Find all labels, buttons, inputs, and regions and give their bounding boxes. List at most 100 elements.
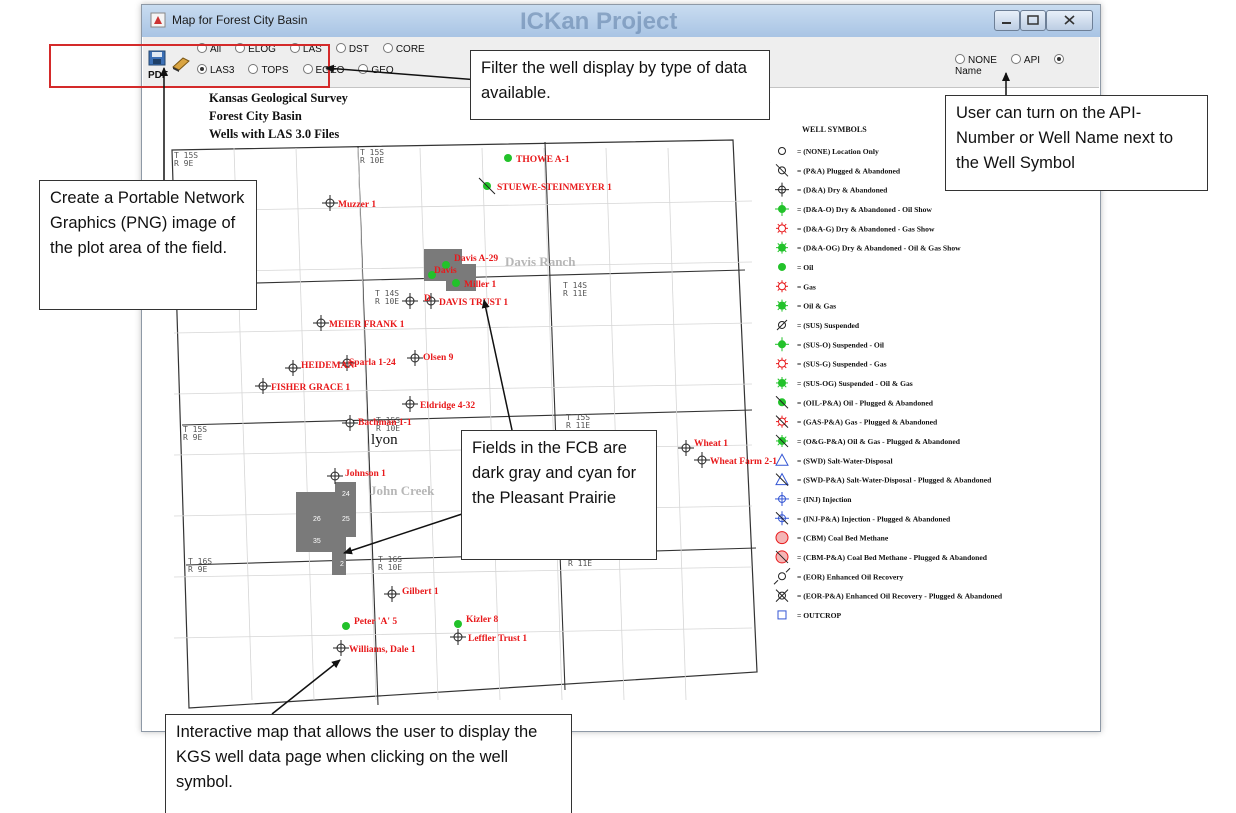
field-name-label: Davis Ranch (505, 254, 576, 269)
legend-item-label: = (SUS) Suspended (797, 321, 860, 330)
gas-icon (776, 280, 788, 293)
well-symbol[interactable]: Johnson 1 (327, 468, 386, 484)
outcrop-icon (777, 610, 787, 620)
legend-item-label: = Oil & Gas (797, 302, 836, 311)
well-symbol[interactable]: Wheat 1 (678, 439, 728, 456)
township-grid (171, 139, 758, 709)
legend-item: = (EOR) Enhanced Oil Recovery (773, 567, 904, 585)
well-symbol[interactable]: Leffler Trust 1 (450, 629, 527, 645)
well-name-label: STUEWE-STEINMEYER 1 (497, 183, 612, 193)
circle-icon (778, 147, 786, 155)
legend-item: = (OIL-P&A) Oil - Plugged & Abandoned (775, 395, 934, 409)
well-name-label: Sparla 1-24 (349, 358, 396, 368)
legend-item: = (CBM) Coal Bed Methane (775, 531, 889, 545)
section-number-label: 25 (342, 516, 350, 523)
oil-well-icon (454, 620, 462, 628)
oil-plugged-icon (775, 395, 789, 409)
section-number-label: 24 (342, 491, 350, 498)
legend-item-label: = (O&G-P&A) Oil & Gas - Plugged & Abando… (797, 437, 961, 446)
swd-plugged-icon (775, 472, 789, 486)
range-label: R 9E (174, 159, 193, 168)
oil-icon (778, 262, 786, 271)
legend-item-label: = (P&A) Plugged & Abandoned (797, 166, 901, 175)
legend-item-label: = (SUS-OG) Suspended - Oil & Gas (797, 379, 913, 388)
callout-api-name: User can turn on the API-Number or Well … (945, 95, 1208, 191)
legend-item: = (NONE) Location Only (778, 147, 879, 156)
legend-item-label: = (SWD) Salt-Water-Disposal (797, 456, 893, 465)
well-name-label: Williams, Dale 1 (349, 645, 416, 655)
legend-item: = (CBM-P&A) Coal Bed Methane - Plugged &… (775, 550, 988, 564)
legend-item: = (D&A-OG) Dry & Abandoned - Oil & Gas S… (776, 241, 961, 254)
well-symbol[interactable]: Peter 'A' 5 (342, 617, 397, 630)
well-name-label: Johnson 1 (345, 469, 386, 479)
legend-item: = (INJ) Injection (775, 491, 852, 506)
well-symbol[interactable]: Kizler 8 (454, 615, 499, 628)
well-symbol[interactable]: Gilbert 1 (384, 586, 439, 602)
well-name-label: D (424, 294, 431, 304)
well-symbol[interactable]: Wheat Farm 2-1 (694, 452, 777, 468)
well-symbol[interactable]: Eldridge 4-32 (402, 396, 475, 412)
fields-arrow-john (343, 513, 463, 555)
legend-item-label: = (GAS-P&A) Gas - Plugged & Abandoned (797, 418, 938, 427)
section-number-label: 26 (313, 516, 321, 523)
injection-icon (775, 491, 789, 506)
legend-item: = (SWD-P&A) Salt-Water-Disposal - Plugge… (775, 472, 992, 486)
gas-plugged-icon (775, 415, 789, 428)
legend-item-label: = (OIL-P&A) Oil - Plugged & Abandoned (797, 398, 934, 407)
suspended-oil-icon (775, 337, 789, 352)
legend-item-label: = (D&A-O) Dry & Abandoned - Oil Show (797, 205, 932, 214)
well-symbol[interactable]: Olsen 9 (407, 350, 454, 366)
legend-item: = OUTCROP (777, 610, 842, 620)
well-name-label: Miller 1 (464, 280, 497, 290)
well-symbol[interactable]: DAVIS TRUST 1 (423, 293, 508, 309)
legend-item-label: = (CBM-P&A) Coal Bed Methane - Plugged &… (797, 553, 988, 562)
well-name-label: Peter 'A' 5 (354, 617, 397, 627)
well-name-label: Leffler Trust 1 (468, 634, 527, 644)
plugged-circle-icon (775, 163, 789, 177)
well-symbol[interactable]: HEIDEMAN (285, 360, 354, 376)
well-symbol[interactable]: D (402, 293, 431, 309)
callout-interactive: Interactive map that allows the user to … (165, 714, 572, 813)
well-name-label: FISHER GRACE 1 (271, 383, 350, 393)
range-label: R 9E (188, 565, 207, 574)
legend-item-label: = (EOR) Enhanced Oil Recovery (797, 572, 904, 581)
suspended-icon (776, 319, 788, 331)
dry-gas-show-icon (776, 222, 788, 235)
callout-filter: Filter the well display by type of data … (470, 50, 770, 120)
legend-item-label: = Gas (797, 282, 816, 291)
well-name-label: Davis (434, 266, 457, 276)
section-number-label: 35 (313, 538, 321, 545)
legend-item: = Gas (776, 280, 816, 293)
callout-fields: Fields in the FCB are dark gray and cyan… (461, 430, 657, 560)
oil-gas-icon (776, 299, 788, 312)
oil-gas-plugged-icon (775, 434, 789, 448)
legend-item-label: = (NONE) Location Only (797, 147, 879, 156)
legend-item: = (D&A-G) Dry & Abandoned - Gas Show (776, 222, 935, 235)
well-symbol[interactable]: MEIER FRANK 1 (313, 315, 405, 331)
range-label: R 9E (183, 433, 202, 442)
cbm-icon (775, 531, 789, 545)
legend-item-label: = (SUS-G) Suspended - Gas (797, 360, 887, 369)
dry-oil-gas-show-icon (776, 241, 788, 254)
range-label: R 11E (568, 559, 592, 568)
dry-icon (775, 182, 789, 197)
legend-item-label: = Oil (797, 263, 813, 272)
well-name-label: Wheat 1 (694, 439, 728, 449)
legend-item: = (SUS) Suspended (776, 319, 860, 331)
legend-item-label: = OUTCROP (797, 611, 842, 620)
well-name-label: Davis A-29 (454, 254, 498, 264)
callout-png: Create a Portable Network Graphics (PNG)… (39, 180, 257, 310)
suspended-gas-icon (776, 357, 788, 370)
well-name-label: THOWE A-1 (516, 155, 570, 165)
legend-item: = Oil (778, 262, 813, 272)
well-symbol[interactable]: THOWE A-1 (504, 154, 570, 165)
injection-plugged-icon (775, 511, 789, 526)
well-name-label: HEIDEMAN (301, 361, 354, 371)
well-symbol[interactable]: Muzzer 1 (322, 195, 376, 211)
well-name-label: Wheat Farm 2-1 (710, 457, 777, 467)
well-name-label: Olsen 9 (423, 353, 454, 363)
well-symbol[interactable]: FISHER GRACE 1 (255, 378, 350, 394)
well-symbol[interactable]: STUEWE-STEINMEYER 1 (478, 177, 612, 195)
oil-well-icon (342, 622, 350, 630)
legend-item-label: = (CBM) Coal Bed Methane (797, 534, 889, 543)
